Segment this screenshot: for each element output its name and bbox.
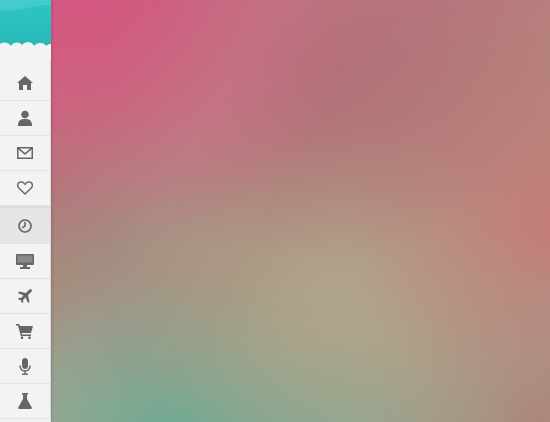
- home-icon: [17, 76, 33, 90]
- microphone-icon: [19, 357, 31, 375]
- sidebar-item-desktop[interactable]: [0, 244, 50, 279]
- user-icon: [18, 110, 32, 126]
- monitor-icon: [16, 253, 34, 269]
- sidebar-item-history[interactable]: [0, 209, 50, 244]
- cloud-wave-decoration: [0, 0, 51, 60]
- mail-icon: [17, 147, 33, 159]
- sidebar-item-lab[interactable]: [0, 384, 50, 419]
- sidebar-item-cart[interactable]: [0, 314, 50, 349]
- sidebar-header: [0, 0, 51, 60]
- background-image: [0, 0, 550, 422]
- cart-icon: [16, 324, 33, 339]
- sidebar-item-audio[interactable]: [0, 349, 50, 384]
- sidebar-item-messages[interactable]: [0, 136, 50, 171]
- sidebar-item-travel[interactable]: [0, 279, 50, 314]
- sidebar: [0, 0, 51, 422]
- sidebar-item-home[interactable]: [0, 66, 50, 101]
- clock-icon: [18, 219, 32, 233]
- sidebar-nav: [0, 66, 51, 419]
- sidebar-item-profile[interactable]: [0, 101, 50, 136]
- background-highlight: [0, 0, 550, 422]
- sidebar-item-favorites[interactable]: [0, 171, 50, 206]
- heart-icon: [17, 181, 33, 195]
- flask-icon: [18, 393, 32, 409]
- plane-icon: [18, 289, 32, 303]
